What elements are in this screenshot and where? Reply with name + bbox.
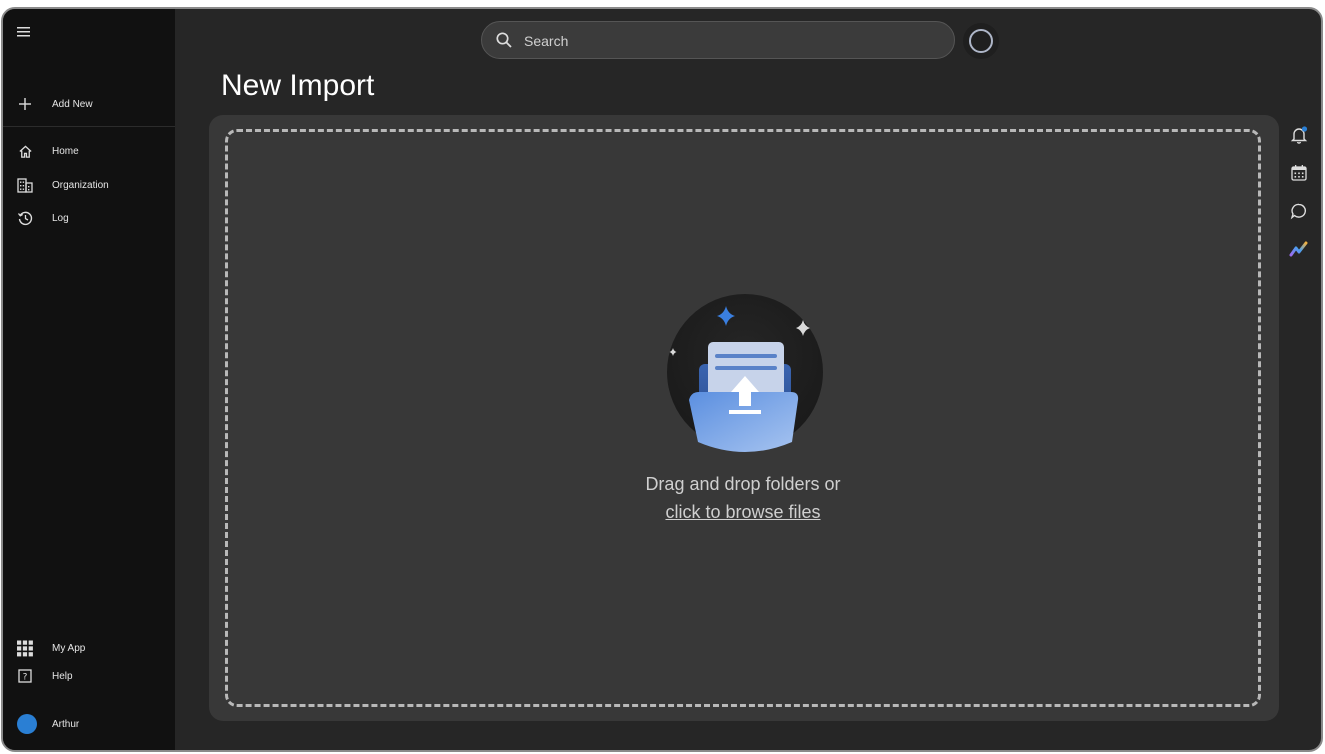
sidebar-item-label: Log [52, 212, 69, 224]
import-panel: Drag and drop folders or click to browse… [209, 115, 1279, 721]
plus-icon [17, 96, 33, 112]
sidebar-item-organization[interactable]: Organization [3, 170, 175, 200]
file-dropzone[interactable]: Drag and drop folders or click to browse… [225, 129, 1261, 707]
upload-folder-illustration [667, 294, 823, 452]
assistant-orb-button[interactable] [963, 23, 999, 59]
browse-files-row: click to browse files [228, 502, 1258, 523]
hamburger-menu-icon[interactable] [16, 24, 32, 40]
avatar [17, 714, 37, 734]
sidebar-item-my-app[interactable]: My App [3, 633, 175, 663]
ring-icon [969, 29, 993, 53]
apps-grid-icon [17, 640, 33, 656]
sidebar-item-label: Organization [52, 179, 109, 191]
sidebar: Add New Home Organization Log My App ? H… [3, 9, 175, 750]
app-window: Add New Home Organization Log My App ? H… [1, 7, 1323, 752]
search-icon [495, 31, 513, 49]
add-new-label: Add New [52, 98, 93, 110]
sidebar-item-log[interactable]: Log [3, 203, 175, 233]
add-new-button[interactable]: Add New [3, 89, 175, 119]
sidebar-item-label: Help [52, 670, 73, 682]
user-name: Arthur [52, 718, 80, 730]
sidebar-divider [3, 126, 175, 127]
sidebar-item-label: Home [52, 145, 79, 157]
help-icon: ? [17, 668, 33, 684]
chat-icon[interactable] [1289, 201, 1309, 221]
dropzone-instructions: Drag and drop folders or [645, 474, 841, 494]
analytics-icon[interactable] [1289, 239, 1309, 259]
sidebar-item-label: My App [52, 642, 86, 654]
building-icon [17, 177, 33, 193]
history-icon [17, 210, 33, 226]
browse-files-link[interactable]: click to browse files [665, 502, 820, 522]
page-title: New Import [221, 69, 375, 102]
sidebar-item-help[interactable]: ? Help [3, 661, 175, 691]
calendar-icon[interactable] [1289, 163, 1309, 183]
svg-text:?: ? [23, 673, 28, 683]
search-input[interactable] [522, 22, 926, 60]
search-bar[interactable] [481, 21, 955, 60]
home-icon [17, 143, 33, 159]
bell-icon[interactable] [1289, 125, 1309, 145]
user-profile[interactable]: Arthur [3, 709, 175, 739]
sidebar-item-home[interactable]: Home [3, 136, 175, 166]
